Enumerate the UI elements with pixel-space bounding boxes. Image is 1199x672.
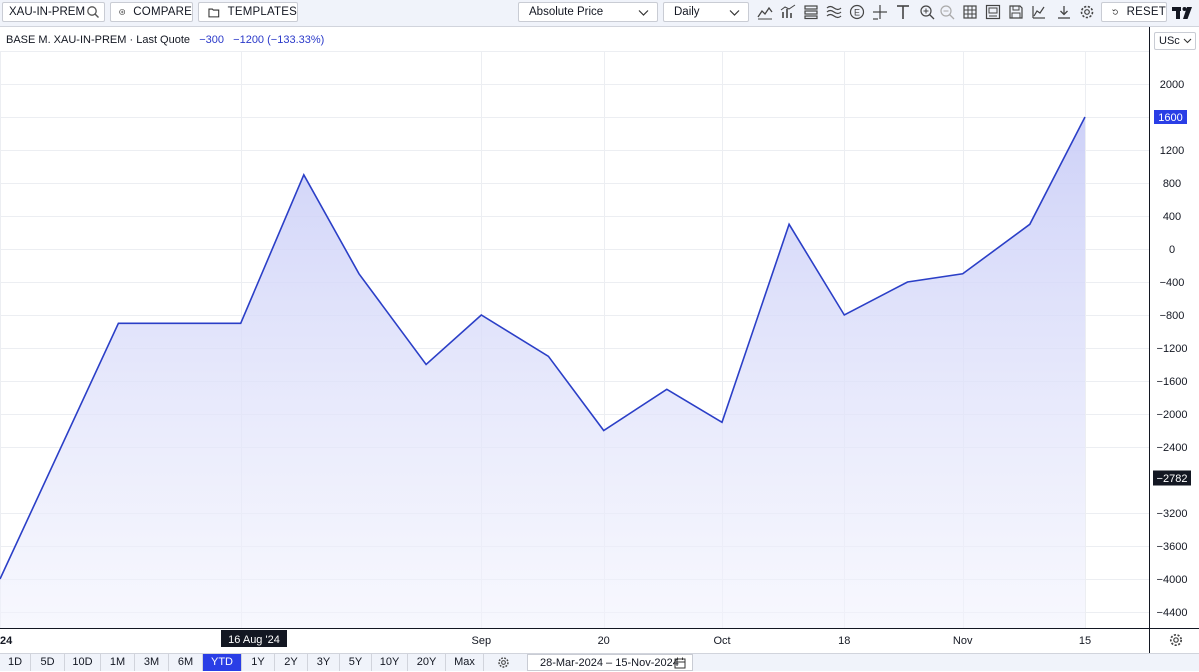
compare-label: COMPARE	[133, 6, 192, 18]
search-icon[interactable]	[86, 5, 100, 19]
date-range-start: 28-Mar-2024	[540, 657, 603, 669]
y-tick-label: 1200	[1160, 145, 1184, 157]
range-button-10y[interactable]: 10Y	[372, 654, 408, 671]
range-button-5y[interactable]: 5Y	[340, 654, 372, 671]
currency-select[interactable]: USc	[1154, 32, 1196, 50]
indicators-icon[interactable]	[780, 4, 796, 20]
x-tick-label: 24	[0, 635, 13, 647]
waves-icon[interactable]	[826, 4, 842, 20]
date-range-end: 15-Nov-2024	[615, 657, 679, 669]
chevron-down-icon	[1183, 36, 1192, 45]
y-tick-label: −1200	[1157, 343, 1188, 355]
currency-value: USc	[1159, 35, 1180, 47]
change-last: −1200	[233, 34, 264, 46]
range-button-2y[interactable]: 2Y	[275, 654, 308, 671]
x-tick-label: 20	[598, 635, 610, 647]
range-button-5d[interactable]: 5D	[31, 654, 65, 671]
range-button-3y[interactable]: 3Y	[308, 654, 340, 671]
range-button-3m[interactable]: 3M	[135, 654, 169, 671]
date-range-separator: –	[606, 657, 612, 669]
x-tick-label: Sep	[472, 635, 492, 647]
y-tick-label: −1600	[1157, 376, 1188, 388]
series-area	[0, 117, 1085, 628]
axis-settings-icon[interactable]	[1171, 635, 1181, 645]
range-button-1d[interactable]: 1D	[0, 654, 31, 671]
change-abs: −300	[199, 34, 224, 46]
screenshot-icon[interactable]	[1031, 4, 1047, 20]
save-icon[interactable]	[1008, 4, 1024, 20]
y-tick-label: −4000	[1157, 574, 1188, 586]
chart-legend: BASE M. XAU-IN-PREM · Last Quote −300 −1…	[6, 34, 324, 46]
range-button-1m[interactable]: 1M	[101, 654, 135, 671]
events-icon[interactable]: E	[849, 4, 865, 20]
download-icon[interactable]	[1056, 4, 1072, 20]
y-tick-label: 2000	[1160, 79, 1184, 91]
settings-icon[interactable]	[1079, 4, 1095, 20]
add-circle-icon	[119, 6, 125, 18]
svg-text:E: E	[854, 8, 860, 18]
price-chart[interactable]: 2000 1600 1200 800 400 0 −400 −800 −1200 −1600 −20…	[0, 0, 1199, 670]
image-icon[interactable]	[985, 4, 1001, 20]
y-tick-label: −2000	[1157, 409, 1188, 421]
range-button-10d[interactable]: 10D	[65, 654, 101, 671]
calendar-icon[interactable]	[674, 657, 686, 669]
crosshair-date-label: 16 Aug '24	[228, 634, 280, 646]
x-tick-label: 15	[1079, 635, 1091, 647]
line-chart-icon[interactable]	[757, 4, 773, 20]
zoom-out-icon[interactable]	[939, 4, 955, 20]
chevron-down-icon	[638, 7, 649, 18]
compare-button[interactable]: COMPARE	[110, 2, 193, 22]
x-tick-label: Nov	[953, 635, 973, 647]
range-button-1y[interactable]: 1Y	[242, 654, 275, 671]
folder-icon	[208, 7, 220, 18]
price-type-value: Absolute Price	[529, 6, 603, 18]
symbol-search-field[interactable]: XAU-IN-PREM	[2, 2, 105, 22]
tradingview-logo-icon	[1172, 4, 1196, 22]
zoom-in-icon[interactable]	[919, 4, 935, 20]
templates-label: TEMPLATES	[228, 6, 297, 18]
x-tick-label: Oct	[713, 635, 730, 647]
date-range-field[interactable]: 28-Mar-2024 – 15-Nov-2024	[527, 654, 693, 671]
top-toolbar: XAU-IN-PREM COMPARE TEMPLATES Absolute P…	[0, 0, 1199, 27]
crosshair-icon[interactable]	[872, 4, 888, 20]
symbol-input-value[interactable]: XAU-IN-PREM	[9, 6, 85, 18]
templates-button[interactable]: TEMPLATES	[198, 2, 298, 22]
reset-button[interactable]: RESET	[1101, 2, 1167, 22]
legend-separator: ·	[129, 34, 133, 46]
reset-label: RESET	[1127, 6, 1166, 18]
price-type-select[interactable]: Absolute Price	[518, 2, 658, 22]
range-button-20y[interactable]: 20Y	[408, 654, 446, 671]
change-pct: (−133.33%)	[267, 34, 324, 46]
y-tick-label: 0	[1169, 244, 1175, 256]
interval-value: Daily	[674, 6, 700, 18]
range-button-ytd[interactable]: YTD	[203, 654, 242, 671]
range-settings-icon[interactable]	[497, 656, 510, 669]
y-tick-label: −2400	[1157, 442, 1188, 454]
table-icon[interactable]	[962, 4, 978, 20]
range-button-6m[interactable]: 6M	[169, 654, 203, 671]
last-quote-label: Last Quote	[136, 34, 190, 46]
y-tick-label: −800	[1160, 310, 1185, 322]
crosshair-price-label: −2782	[1157, 473, 1188, 485]
interval-select[interactable]: Daily	[663, 2, 749, 22]
y-tick-label: −3600	[1157, 541, 1188, 553]
chevron-down-icon	[729, 7, 740, 18]
y-tick-label: 800	[1163, 178, 1181, 190]
y-tick-label: 400	[1163, 211, 1181, 223]
range-button-max[interactable]: Max	[446, 654, 484, 671]
layers-icon[interactable]	[803, 4, 819, 20]
y-tick-label: −3200	[1157, 508, 1188, 520]
y-tick-label: −400	[1160, 277, 1185, 289]
x-tick-label: 18	[838, 635, 850, 647]
series-name: BASE M. XAU-IN-PREM	[6, 34, 126, 46]
range-bar: 1D5D10D1M3M6MYTD1Y2Y3Y5Y10Y20YMax 28-Mar…	[0, 653, 1199, 671]
y-tick-label: −4400	[1157, 607, 1188, 619]
text-tool-icon[interactable]	[895, 4, 911, 20]
last-price-label: 1600	[1158, 112, 1182, 124]
reset-icon	[1112, 6, 1119, 18]
